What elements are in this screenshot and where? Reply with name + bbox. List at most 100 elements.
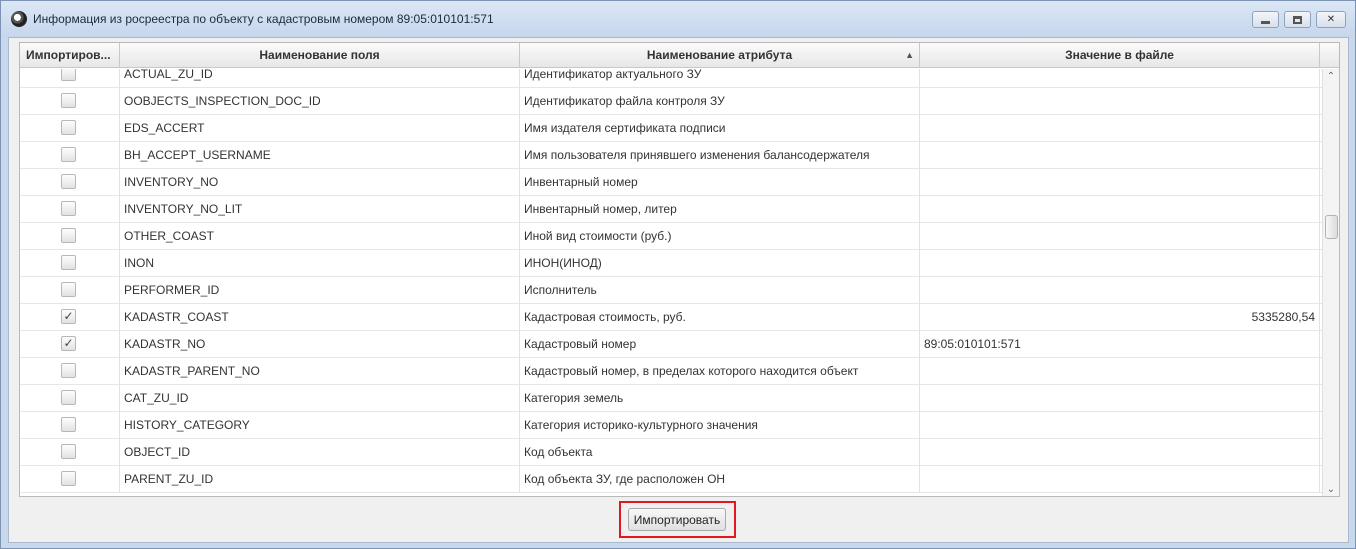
close-button[interactable]: ✕ [1316, 11, 1346, 28]
import-cell [20, 88, 120, 115]
close-icon: ✕ [1326, 14, 1336, 25]
table-row[interactable]: ACTUAL_ZU_ID Идентификатор актуального ЗУ [20, 69, 1322, 88]
table-row[interactable]: ✓ KADASTR_COAST Кадастровая стоимость, руб… [20, 304, 1322, 331]
attribute-name-cell: Код объекта ЗУ, где расположен ОН [520, 466, 920, 493]
window-title: Информация из росреестра по объекту с ка… [33, 12, 494, 26]
attribute-name-cell: ИНОН(ИНОД) [520, 250, 920, 277]
maximize-icon [1293, 15, 1302, 24]
table-row[interactable]: BH_ACCEPT_USERNAME Имя пользователя приня… [20, 142, 1322, 169]
field-name-cell: OTHER_COAST [120, 223, 520, 250]
import-cell [20, 142, 120, 169]
table-rows: ACTUAL_ZU_ID Идентификатор актуального ЗУ… [20, 69, 1322, 493]
attribute-name-cell: Иной вид стоимости (руб.) [520, 223, 920, 250]
table-row[interactable]: OOBJECTS_INSPECTION_DOC_ID Идентификатор … [20, 88, 1322, 115]
app-icon [11, 11, 27, 27]
minimize-button[interactable] [1252, 11, 1279, 28]
table-row[interactable]: ✓ KADASTR_NO Кадастровый номер 89:05:010101… [20, 331, 1322, 358]
file-value-cell [920, 439, 1320, 466]
attribute-name-cell: Категория земель [520, 385, 920, 412]
attribute-name-cell: Инвентарный номер, литер [520, 196, 920, 223]
field-name-cell: CAT_ZU_ID [120, 385, 520, 412]
minimize-icon [1261, 20, 1270, 24]
file-value-cell [920, 223, 1320, 250]
file-value-cell [920, 277, 1320, 304]
import-cell [20, 196, 120, 223]
table-row[interactable]: PERFORMER_ID Исполнитель [20, 277, 1322, 304]
vertical-scrollbar[interactable]: ⌃ ⌄ [1322, 69, 1339, 496]
file-value-cell [920, 196, 1320, 223]
file-value-cell [920, 385, 1320, 412]
field-name-cell: INON [120, 250, 520, 277]
table-row[interactable]: EDS_ACCERT Имя издателя сертификата подпи… [20, 115, 1322, 142]
attribute-name-cell: Идентификатор актуального ЗУ [520, 69, 920, 88]
table-header: Импортиров... Наименование поля Наименов… [20, 43, 1339, 68]
title-bar: Информация из росреестра по объекту с ка… [1, 1, 1355, 37]
import-checkbox[interactable] [61, 69, 76, 81]
import-checkbox[interactable] [61, 471, 76, 486]
attribute-name-cell: Категория историко-культурного значения [520, 412, 920, 439]
import-cell [20, 115, 120, 142]
dialog-window: Информация из росреестра по объекту с ка… [0, 0, 1356, 549]
import-checkbox[interactable] [61, 174, 76, 189]
import-button[interactable]: Импортировать [628, 508, 726, 531]
column-header-attribute-label: Наименование атрибута [646, 48, 793, 62]
field-name-cell: BH_ACCEPT_USERNAME [120, 142, 520, 169]
table-row[interactable]: INVENTORY_NO_LIT Инвентарный номер, литер [20, 196, 1322, 223]
attribute-name-cell: Имя издателя сертификата подписи [520, 115, 920, 142]
scroll-down-icon[interactable]: ⌄ [1323, 482, 1339, 496]
attribute-name-cell: Исполнитель [520, 277, 920, 304]
attribute-name-cell: Кадастровый номер, в пределах которого н… [520, 358, 920, 385]
column-header-file-value[interactable]: Значение в файле [920, 43, 1320, 68]
field-name-cell: KADASTR_PARENT_NO [120, 358, 520, 385]
import-cell [20, 466, 120, 493]
dialog-content: Импортиров... Наименование поля Наименов… [8, 37, 1349, 543]
import-checkbox[interactable] [61, 390, 76, 405]
table-row[interactable]: HISTORY_CATEGORY Категория историко-культ… [20, 412, 1322, 439]
table-row[interactable]: CAT_ZU_ID Категория земель [20, 385, 1322, 412]
attribute-name-cell: Имя пользователя принявшего изменения ба… [520, 142, 920, 169]
field-name-cell: OBJECT_ID [120, 439, 520, 466]
import-checkbox[interactable] [61, 228, 76, 243]
column-header-attribute-name[interactable]: Наименование атрибута ▲ [520, 43, 920, 68]
import-cell [20, 250, 120, 277]
table-row[interactable]: INON ИНОН(ИНОД) [20, 250, 1322, 277]
import-checkbox[interactable] [61, 120, 76, 135]
field-name-cell: KADASTR_NO [120, 331, 520, 358]
attribute-name-cell: Идентификатор файла контроля ЗУ [520, 88, 920, 115]
maximize-button[interactable] [1284, 11, 1311, 28]
sort-ascending-icon: ▲ [905, 50, 914, 60]
file-value-cell [920, 69, 1320, 88]
field-name-cell: EDS_ACCERT [120, 115, 520, 142]
table-row[interactable]: OBJECT_ID Код объекта [20, 439, 1322, 466]
table-row[interactable]: INVENTORY_NO Инвентарный номер [20, 169, 1322, 196]
file-value-cell: 5335280,54 [920, 304, 1320, 331]
import-checkbox[interactable] [61, 147, 76, 162]
column-header-import[interactable]: Импортиров... [20, 43, 120, 68]
field-name-cell: INVENTORY_NO [120, 169, 520, 196]
import-checkbox[interactable] [61, 363, 76, 378]
table-body: ACTUAL_ZU_ID Идентификатор актуального ЗУ… [20, 69, 1322, 496]
import-cell: ✓ [20, 331, 120, 358]
attribute-name-cell: Инвентарный номер [520, 169, 920, 196]
import-checkbox[interactable] [61, 282, 76, 297]
table-row[interactable]: PARENT_ZU_ID Код объекта ЗУ, где располож… [20, 466, 1322, 493]
import-checkbox[interactable]: ✓ [61, 309, 76, 324]
file-value-cell [920, 466, 1320, 493]
table-row[interactable]: KADASTR_PARENT_NO Кадастровый номер, в пр… [20, 358, 1322, 385]
column-header-field-name[interactable]: Наименование поля [120, 43, 520, 68]
import-cell [20, 439, 120, 466]
scrollbar-thumb[interactable] [1325, 215, 1338, 239]
scroll-up-icon[interactable]: ⌃ [1323, 69, 1339, 85]
import-checkbox[interactable] [61, 93, 76, 108]
attribute-name-cell: Кадастровый номер [520, 331, 920, 358]
import-checkbox[interactable] [61, 417, 76, 432]
import-checkbox[interactable]: ✓ [61, 336, 76, 351]
import-checkbox[interactable] [61, 255, 76, 270]
field-name-cell: HISTORY_CATEGORY [120, 412, 520, 439]
import-checkbox[interactable] [61, 201, 76, 216]
file-value-cell [920, 250, 1320, 277]
attributes-table: Импортиров... Наименование поля Наименов… [19, 42, 1340, 497]
import-checkbox[interactable] [61, 444, 76, 459]
table-row[interactable]: OTHER_COAST Иной вид стоимости (руб.) [20, 223, 1322, 250]
file-value-cell: 89:05:010101:571 [920, 331, 1320, 358]
